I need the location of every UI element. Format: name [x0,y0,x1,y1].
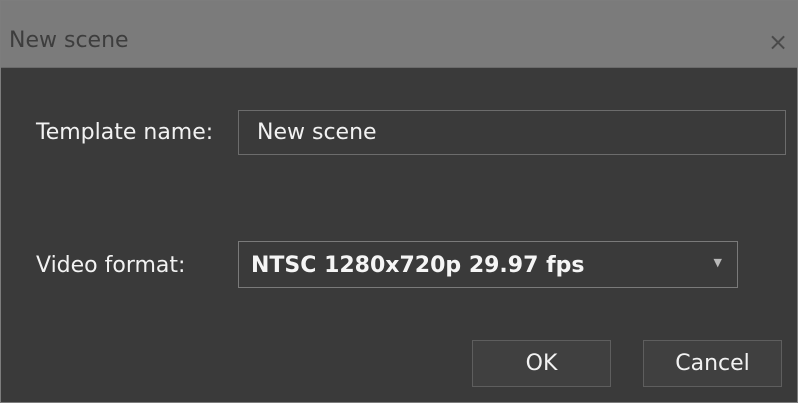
close-icon[interactable]: × [759,23,797,61]
video-format-select[interactable]: NTSC 1280x720p 29.97 fps ▼ [238,241,738,288]
video-format-label: Video format: [36,253,186,278]
new-scene-dialog: New scene × Template name: New scene Vid… [0,0,798,403]
template-name-input[interactable]: New scene [238,110,786,155]
cancel-button[interactable]: Cancel [643,340,782,387]
chevron-down-icon: ▼ [713,256,722,269]
template-name-label: Template name: [36,120,214,145]
video-format-selected: NTSC 1280x720p 29.97 fps [251,253,585,278]
template-name-value: New scene [257,120,377,145]
ok-button[interactable]: OK [472,340,611,387]
dialog-title: New scene [9,28,129,53]
title-bar: New scene × [1,1,797,68]
